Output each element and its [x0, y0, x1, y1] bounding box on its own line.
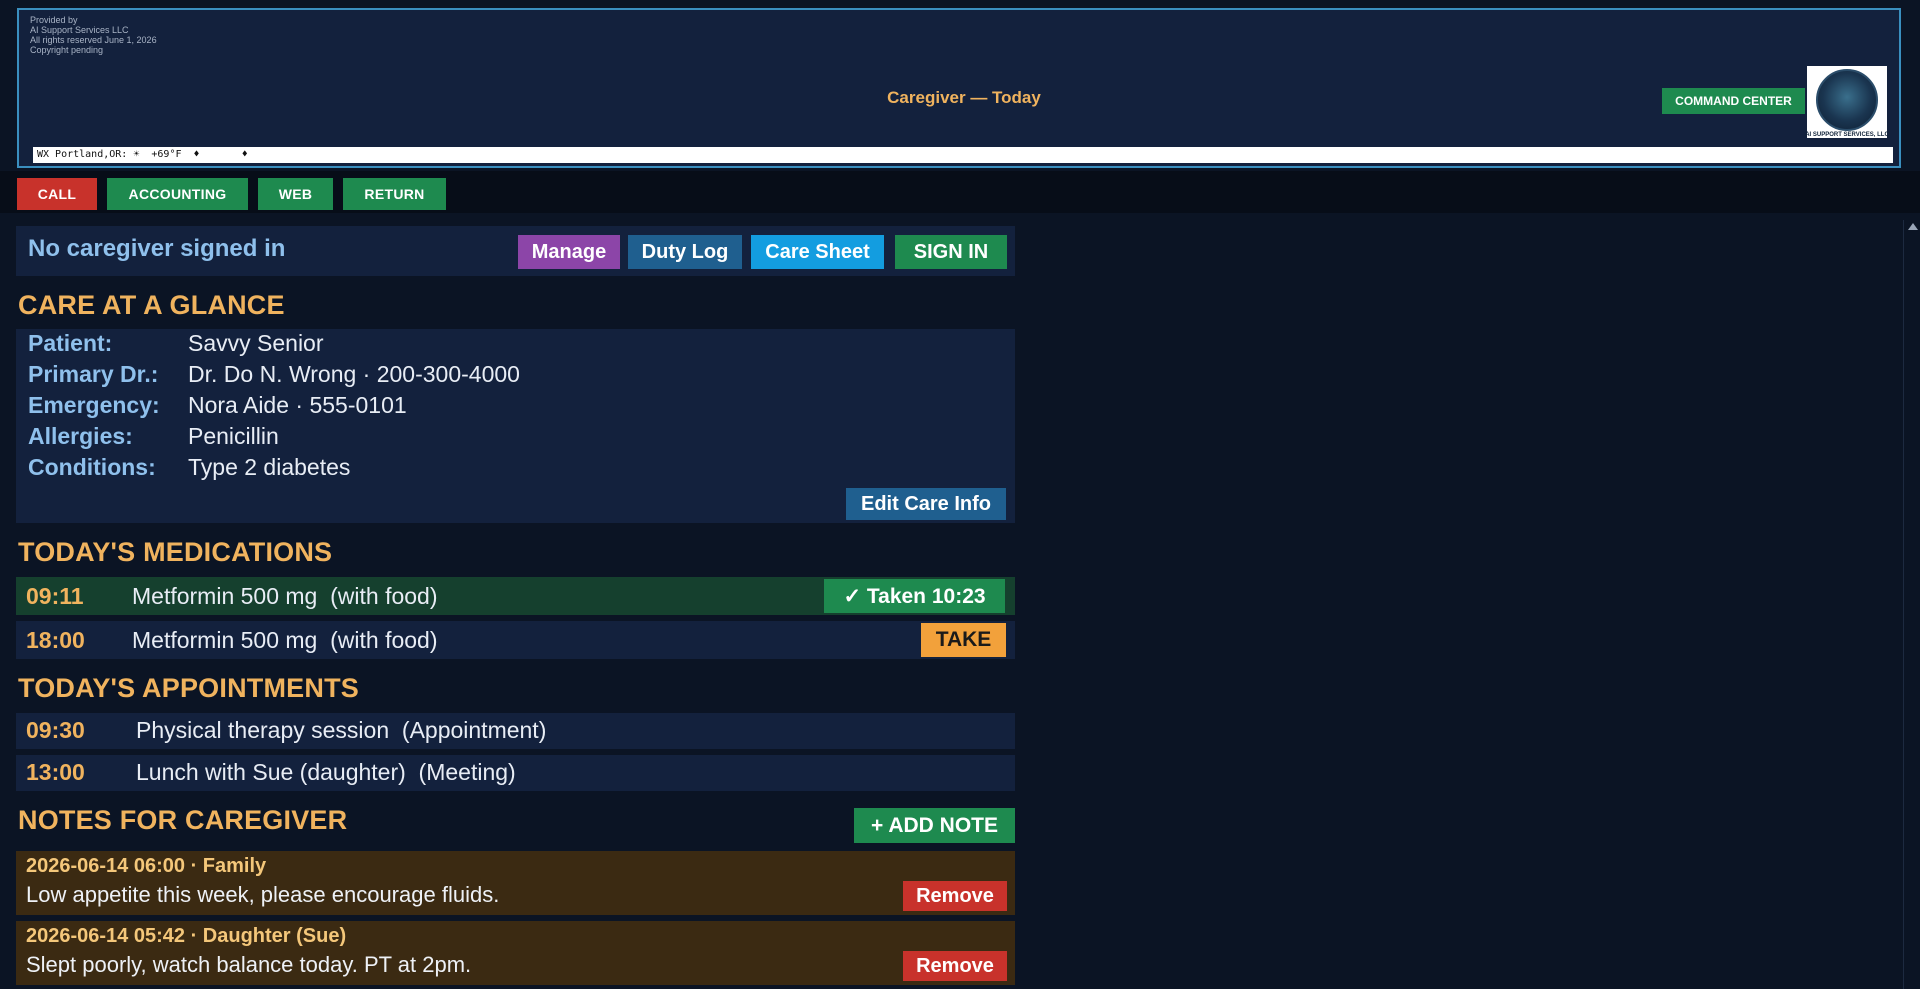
glance-value: Dr. Do N. Wrong · 200-300-4000: [188, 361, 520, 387]
notes-heading: NOTES FOR CAREGIVER: [18, 805, 348, 835]
web-button[interactable]: WEB: [258, 178, 333, 210]
glance-label: Conditions:: [28, 454, 156, 480]
duty-log-button[interactable]: Duty Log: [628, 235, 742, 269]
caregiver-signin-bar: No caregiver signed in Manage Duty Log C…: [16, 226, 1015, 276]
scroll-up-arrow-icon[interactable]: [1908, 223, 1918, 230]
provided-line: Copyright pending: [30, 45, 104, 55]
note-header: 2026-06-14 05:42 · Daughter (Sue): [26, 925, 347, 947]
glance-value: Penicillin: [188, 423, 279, 449]
company-logo: AI SUPPORT SERVICES, LLC: [1805, 66, 1889, 138]
provided-line: Provided by: [30, 15, 78, 25]
medication-row: 18:00 Metformin 500 mg (with food) TAKE: [16, 621, 1015, 659]
glance-label: Primary Dr.:: [28, 361, 159, 387]
care-at-a-glance-heading: CARE AT A GLANCE: [18, 290, 285, 320]
logo-caption: AI SUPPORT SERVICES, LLC: [1805, 132, 1889, 138]
edit-care-info-button[interactable]: Edit Care Info: [846, 488, 1006, 520]
note-header: 2026-06-14 06:00 · Family: [26, 855, 267, 877]
appointment-name: Physical therapy session (Appointment): [136, 717, 547, 743]
note-item: 2026-06-14 06:00 · Family Low appetite t…: [16, 851, 1015, 915]
medication-time: 09:11: [26, 583, 84, 609]
care-sheet-button[interactable]: Care Sheet: [751, 235, 884, 269]
take-medication-button[interactable]: TAKE: [921, 623, 1006, 657]
care-at-a-glance-panel: Patient: Savvy Senior Primary Dr.: Dr. D…: [16, 329, 1015, 523]
glance-label: Allergies:: [28, 423, 133, 449]
appointment-row: 09:30 Physical therapy session (Appointm…: [16, 713, 1015, 749]
accounting-button[interactable]: ACCOUNTING: [107, 178, 248, 210]
remove-note-button[interactable]: Remove: [903, 951, 1007, 981]
appointment-row: 13:00 Lunch with Sue (daughter) (Meeting…: [16, 755, 1015, 791]
brain-logo-icon: [1816, 69, 1878, 131]
provided-by-notice: Provided by AI Support Services LLC All …: [30, 15, 157, 55]
appointment-time: 13:00: [26, 759, 85, 785]
note-item: 2026-06-14 05:42 · Daughter (Sue) Slept …: [16, 921, 1015, 985]
app-header: Provided by AI Support Services LLC All …: [17, 8, 1901, 168]
medication-row: 09:11 Metformin 500 mg (with food) ✓ Tak…: [16, 577, 1015, 615]
appointment-time: 09:30: [26, 717, 85, 743]
glance-value: Type 2 diabetes: [188, 454, 351, 480]
page-scrollbar[interactable]: [1903, 220, 1920, 989]
add-note-button[interactable]: + ADD NOTE: [854, 808, 1015, 843]
appointment-name: Lunch with Sue (daughter) (Meeting): [136, 759, 516, 785]
glance-label: Emergency:: [28, 392, 160, 418]
medication-time: 18:00: [26, 627, 85, 653]
command-center-button[interactable]: COMMAND CENTER: [1662, 88, 1805, 114]
glance-label: Patient:: [28, 330, 113, 356]
signin-status: No caregiver signed in: [28, 235, 286, 262]
sign-in-button[interactable]: SIGN IN: [895, 235, 1007, 269]
glance-value: Nora Aide · 555-0101: [188, 392, 407, 418]
provided-line: AI Support Services LLC: [30, 25, 129, 35]
note-text: Low appetite this week, please encourage…: [26, 882, 500, 907]
medication-name: Metformin 500 mg (with food): [132, 583, 438, 609]
call-button[interactable]: CALL: [17, 178, 97, 210]
manage-button[interactable]: Manage: [518, 235, 620, 269]
return-button[interactable]: RETURN: [343, 178, 446, 210]
taken-status-button[interactable]: ✓ Taken 10:23: [824, 579, 1005, 613]
note-text: Slept poorly, watch balance today. PT at…: [26, 952, 472, 977]
medication-name: Metformin 500 mg (with food): [132, 627, 438, 653]
glance-value: Savvy Senior: [188, 330, 324, 356]
nav-bar: CALL ACCOUNTING WEB RETURN: [0, 171, 1920, 213]
weather-ticker: WX Portland,OR: ☀ +69°F ♦ ♦: [33, 147, 1893, 163]
page-title: Caregiver — Today: [887, 88, 1041, 107]
remove-note-button[interactable]: Remove: [903, 881, 1007, 911]
appointments-heading: TODAY'S APPOINTMENTS: [18, 673, 359, 703]
provided-line: All rights reserved June 1, 2026: [30, 35, 157, 45]
medications-heading: TODAY'S MEDICATIONS: [18, 537, 333, 567]
